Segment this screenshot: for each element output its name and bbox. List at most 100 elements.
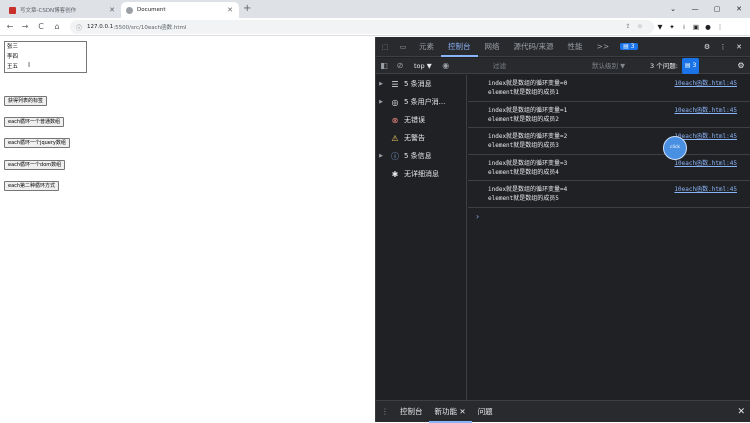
extension-icon[interactable]: ▼ [654,23,666,31]
source-link[interactable]: 10each函数.html:45 [674,106,737,115]
bookmark-star-icon[interactable]: ☆ [634,23,646,30]
tab-title: 写文章-CSDN博客创作 [20,8,77,14]
extensions-bar: ▼ ✦ ⁞ ▣ ● ⋮ [654,21,726,33]
issues-count: 3 [692,62,697,69]
sidepanel-icon[interactable]: ▣ [690,23,702,31]
console-message: index就是数组的循环变量=4 element就是数组的成员5 10each函… [468,181,750,208]
browser-tab-bar: 写文章-CSDN博客创作 ✕ Document ✕ + ⌄ — ▢ ✕ [0,0,750,18]
get-list-tags-button[interactable]: 获得列表的标签 [4,96,48,106]
back-arrow-icon[interactable]: ← [4,21,16,33]
tab-performance[interactable]: 性能 [561,37,590,57]
url-host: 127.0.0.1 [87,24,114,30]
drawer-tab-issues[interactable]: 问题 [472,401,499,423]
log-levels-select[interactable]: 默认级别 ▼ [592,58,625,74]
bug-icon: ✱ [391,169,399,179]
message-line: element就是数组的成员4 [488,168,559,176]
tab-network[interactable]: 网络 [478,37,507,57]
new-tab-button[interactable]: + [243,3,251,14]
console-message: index就是数组的循环变量=3 element就是数组的成员4 10each函… [468,155,750,182]
drawer-menu-icon[interactable]: ⋮ [376,407,394,416]
source-link[interactable]: 10each函数.html:45 [674,79,737,88]
browser-tab-document[interactable]: Document ✕ [121,2,239,18]
tab-sources[interactable]: 源代码/来源 [507,37,561,57]
filter-input[interactable]: 过滤 [489,60,589,72]
close-tab-icon[interactable]: ✕ [108,6,116,14]
home-icon[interactable]: ⌂ [51,21,63,33]
browser-menu-icon[interactable]: ⋮ [714,23,726,31]
live-expression-eye-icon[interactable]: ◉ [438,61,454,70]
drawer-tab-whats-new[interactable]: 新功能 ✕ [428,401,472,423]
console-message: index就是数组的循环变量=2 element就是数组的成员3 10each函… [468,128,750,155]
site-info-icon[interactable]: ⓘ [76,23,82,32]
list-item[interactable]: 张三 [5,42,86,52]
list-icon: ☰ [391,79,399,89]
expand-arrow-icon[interactable]: ▶ [376,153,386,159]
page-content: 张三 李四 王五 I 获得列表的标签 each循环一个普通数组 each循环一个… [0,37,375,422]
sidebar-item-info[interactable]: ▶ ⓘ 5 条信息 [376,147,466,165]
source-link[interactable]: 10each函数.html:45 [674,185,737,194]
close-devtools-icon[interactable]: ✕ [731,43,747,51]
expand-arrow-icon[interactable]: ▶ [376,99,386,105]
url-input[interactable]: ⓘ 127.0.0.1:5500/src/10each函数.html ⇪ ☆ [70,20,654,34]
each-jquery-array-button[interactable]: each循环一个jquery数组 [4,138,70,148]
profile-avatar-icon[interactable]: ● [702,23,714,31]
message-line: element就是数组的成员1 [488,89,559,96]
settings-gear-icon[interactable]: ⚙ [699,43,715,51]
context-select[interactable]: top ▼ [408,62,438,70]
text-cursor-icon: I [28,61,31,69]
minimize-icon[interactable]: — [684,5,706,13]
more-tabs-button[interactable]: >> [590,37,617,57]
list-item[interactable]: 王五 [5,62,86,72]
sidebar-item-errors[interactable]: ⊗ 无错误 [376,111,466,129]
clear-console-icon[interactable]: ⊘ [392,61,408,70]
each-plain-array-button[interactable]: each循环一个普通数组 [4,117,65,127]
sidebar-item-user-messages[interactable]: ▶ ◎ 5 条用户消... [376,93,466,111]
close-tab-icon[interactable]: ✕ [226,6,234,14]
devtools-drawer: ⋮ 控制台 新功能 ✕ 问题 ✕ [376,400,750,423]
drawer-tab-label: 新功能 [434,406,458,416]
close-window-icon[interactable]: ✕ [728,5,750,13]
console-prompt-input[interactable]: › [468,208,750,221]
sidebar-item-label: 无警告 [404,134,425,142]
expand-arrow-icon[interactable]: ▶ [376,81,386,87]
sidebar-item-warnings[interactable]: ⚠ 无警告 [376,129,466,147]
issues-badge[interactable]: ▤ 3 [620,43,638,50]
share-icon[interactable]: ⇪ [622,23,634,30]
csdn-favicon-icon [9,6,16,14]
sidebar-item-verbose[interactable]: ✱ 无详细消息 [376,165,466,183]
drawer-tab-console[interactable]: 控制台 [394,401,429,423]
tab-elements[interactable]: 元素 [412,37,441,57]
sidebar-item-messages[interactable]: ▶ ☰ 5 条消息 [376,75,466,93]
reload-icon[interactable]: C [35,21,47,33]
user-icon: ◎ [391,97,399,107]
globe-favicon-icon [126,6,133,14]
source-link[interactable]: 10each函数.html:45 [674,159,737,168]
console-message: index就是数组的循环变量=1 element就是数组的成员2 10each函… [468,102,750,129]
info-icon: ⓘ [391,151,399,161]
name-list[interactable]: 张三 李四 王五 [4,41,87,73]
issues-label: 3 个问题: [650,62,678,70]
forward-arrow-icon[interactable]: → [19,21,31,33]
console-output: index就是数组的循环变量=0 element就是数组的成员1 10each函… [468,75,750,400]
devtools-panel: ⬚ ▭ 元素 控制台 网络 源代码/来源 性能 >> ▤ 3 ⚙ ⋮ ✕ ◧ ⊘… [375,37,750,423]
close-drawer-icon[interactable]: ✕ [737,401,745,423]
console-message: index就是数组的循环变量=0 element就是数组的成员1 10each函… [468,75,750,102]
message-line: element就是数组的成员5 [488,195,559,203]
device-toolbar-icon[interactable]: ▭ [394,43,412,51]
more-options-icon[interactable]: ⋮ [715,43,731,51]
tab-console[interactable]: 控制台 [441,37,478,57]
sidebar-toggle-icon[interactable]: ◧ [376,61,392,70]
media-icon[interactable]: ⁞ [678,23,690,31]
close-drawer-tab-icon[interactable]: ✕ [459,407,465,416]
message-line: element就是数组的成员2 [488,115,559,123]
issues-counter[interactable]: 3 个问题: ▤ 3 [650,58,700,74]
maximize-icon[interactable]: ▢ [706,5,728,13]
browser-tab-csdn[interactable]: 写文章-CSDN博客创作 ✕ [4,2,121,18]
puzzle-icon[interactable]: ✦ [666,23,678,31]
tab-search-icon[interactable]: ⌄ [662,5,684,13]
list-item[interactable]: 李四 [5,52,86,62]
each-second-way-button[interactable]: each第二种循环方式 [4,181,60,191]
each-dom-array-button[interactable]: each循环一个dom数组 [4,160,66,170]
inspect-element-icon[interactable]: ⬚ [376,43,394,51]
console-settings-icon[interactable]: ⚙ [733,58,749,74]
